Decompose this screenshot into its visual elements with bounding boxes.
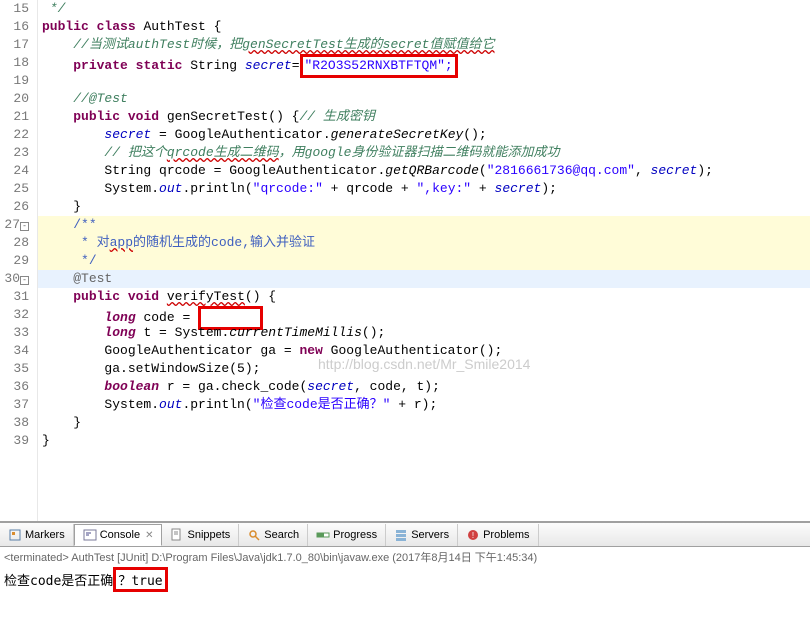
tab-servers[interactable]: Servers — [386, 524, 458, 546]
fold-toggle-icon[interactable]: - — [20, 276, 29, 285]
line-num: 29 — [0, 252, 29, 270]
views-tab-bar: Markers Console ✕ Snippets Search Progre… — [0, 523, 810, 547]
line-num: 21 — [0, 108, 29, 126]
highlight-box-result: ？true — [113, 567, 167, 592]
line-num: 16 — [0, 18, 29, 36]
line-num: 26 — [0, 198, 29, 216]
tab-snippets[interactable]: Snippets — [162, 524, 239, 546]
console-status: <terminated> AuthTest [JUnit] D:\Program… — [4, 549, 806, 565]
code-content[interactable]: */ public class AuthTest { //当测试authTest… — [38, 0, 810, 521]
bottom-panel: Markers Console ✕ Snippets Search Progre… — [0, 522, 810, 640]
line-num: 25 — [0, 180, 29, 198]
line-num: 17 — [0, 36, 29, 54]
console-content[interactable]: <terminated> AuthTest [JUnit] D:\Program… — [0, 547, 810, 594]
line-num: 23 — [0, 144, 29, 162]
tab-search[interactable]: Search — [239, 524, 308, 546]
console-icon — [83, 528, 97, 542]
code-editor[interactable]: 15 16 17 18 19 20 21 22 23 24 25 26 27- … — [0, 0, 810, 522]
markers-icon — [8, 528, 22, 542]
tab-markers[interactable]: Markers — [0, 524, 74, 546]
line-num: 15 — [0, 0, 29, 18]
line-num: 32 — [0, 306, 29, 324]
line-num: 39 — [0, 432, 29, 450]
line-num: 37 — [0, 396, 29, 414]
fold-toggle-icon[interactable]: - — [20, 222, 29, 231]
line-num: 22 — [0, 126, 29, 144]
line-num: 33 — [0, 324, 29, 342]
line-num: 34 — [0, 342, 29, 360]
line-num: 36 — [0, 378, 29, 396]
line-num: 30- — [0, 270, 29, 288]
snippets-icon — [170, 528, 184, 542]
line-number-gutter: 15 16 17 18 19 20 21 22 23 24 25 26 27- … — [0, 0, 38, 521]
line-num: 24 — [0, 162, 29, 180]
line-num: 27- — [0, 216, 29, 234]
problems-icon: ! — [466, 528, 480, 542]
search-icon — [247, 528, 261, 542]
progress-icon — [316, 528, 330, 542]
tab-console[interactable]: Console ✕ — [74, 524, 163, 546]
line-num: 20 — [0, 90, 29, 108]
line-num: 18 — [0, 54, 29, 72]
line-num: 31 — [0, 288, 29, 306]
console-output-line: 检查code是否正确？true — [4, 567, 806, 592]
line-num: 28 — [0, 234, 29, 252]
tab-problems[interactable]: ! Problems — [458, 524, 538, 546]
tab-progress[interactable]: Progress — [308, 524, 386, 546]
line-num: 35 — [0, 360, 29, 378]
close-icon[interactable]: ✕ — [145, 530, 153, 541]
line-num: 19 — [0, 72, 29, 90]
svg-text:!: ! — [472, 531, 474, 540]
servers-icon — [394, 528, 408, 542]
line-num: 38 — [0, 414, 29, 432]
